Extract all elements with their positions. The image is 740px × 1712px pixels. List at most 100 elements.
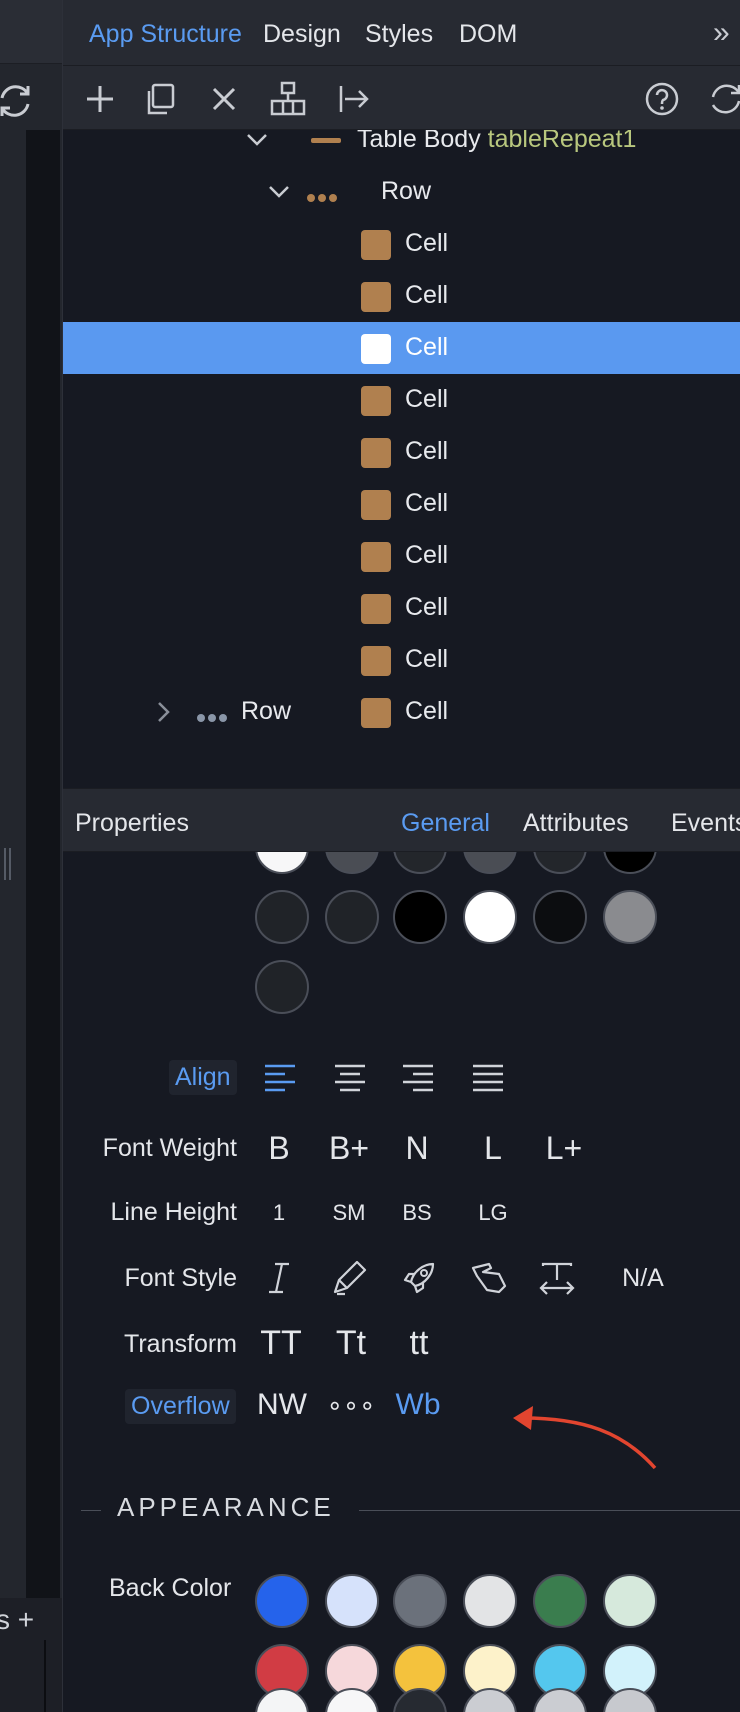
font-weight-lighter[interactable]: L+ bbox=[529, 1130, 599, 1167]
delete-icon[interactable] bbox=[205, 80, 243, 118]
cell-icon bbox=[361, 438, 391, 468]
tree-node-cell[interactable]: Cell bbox=[63, 270, 740, 322]
tab-design[interactable]: Design bbox=[263, 20, 341, 49]
tree-node-cell[interactable]: Cell bbox=[63, 322, 740, 374]
back-color-swatch[interactable] bbox=[325, 1688, 379, 1712]
line-height-sm[interactable]: SM bbox=[319, 1200, 379, 1226]
text-color-swatch[interactable] bbox=[603, 890, 657, 944]
rocket-icon[interactable] bbox=[399, 1258, 439, 1298]
text-color-swatch[interactable] bbox=[533, 852, 587, 874]
cell-icon bbox=[361, 230, 391, 260]
tree-node-label: Cell bbox=[405, 489, 449, 517]
back-color-swatch[interactable] bbox=[463, 1574, 517, 1628]
appearance-title: APPEARANCE bbox=[117, 1492, 335, 1522]
italic-icon[interactable] bbox=[259, 1258, 299, 1298]
back-color-swatch[interactable] bbox=[325, 1574, 379, 1628]
tab-app-structure[interactable]: App Structure bbox=[89, 20, 242, 49]
text-color-swatch[interactable] bbox=[325, 890, 379, 944]
row-icon bbox=[307, 189, 340, 202]
line-height-label: Line Height bbox=[110, 1198, 237, 1226]
tree-node-cell[interactable]: Cell bbox=[63, 426, 740, 478]
font-weight-normal[interactable]: N bbox=[387, 1130, 447, 1167]
align-center-icon[interactable] bbox=[333, 1062, 367, 1094]
back-color-swatch[interactable] bbox=[393, 1574, 447, 1628]
text-color-swatch[interactable] bbox=[463, 890, 517, 944]
cell-icon bbox=[361, 490, 391, 520]
back-color-swatch[interactable] bbox=[255, 1688, 309, 1712]
more-tabs-icon[interactable]: » bbox=[713, 16, 730, 50]
align-justify-icon[interactable] bbox=[471, 1062, 505, 1094]
text-color-swatch[interactable] bbox=[325, 852, 379, 874]
highlighter-icon[interactable] bbox=[329, 1258, 369, 1298]
tree-node-cell[interactable]: Cell bbox=[63, 634, 740, 686]
left-canvas bbox=[26, 130, 60, 1598]
font-weight-light[interactable]: L bbox=[463, 1130, 523, 1167]
line-height-1[interactable]: 1 bbox=[249, 1200, 309, 1226]
help-icon[interactable] bbox=[643, 80, 681, 118]
overflow-wordbreak[interactable]: Wb bbox=[383, 1388, 453, 1422]
overflow-label: Overflow bbox=[125, 1389, 236, 1424]
tree-node-label: Cell bbox=[405, 333, 449, 361]
text-color-swatch[interactable] bbox=[603, 852, 657, 874]
transform-label: Transform bbox=[124, 1330, 237, 1358]
refresh-icon[interactable] bbox=[707, 80, 740, 118]
tab-styles[interactable]: Styles bbox=[365, 20, 433, 49]
tab-events[interactable]: Events bbox=[671, 809, 740, 838]
text-color-swatch[interactable] bbox=[255, 960, 309, 1014]
hand-icon[interactable] bbox=[469, 1258, 509, 1298]
chevron-down-icon[interactable] bbox=[265, 178, 293, 206]
back-color-swatch[interactable] bbox=[603, 1574, 657, 1628]
text-color-swatch[interactable] bbox=[255, 890, 309, 944]
tree-node-cell[interactable]: Cell bbox=[63, 530, 740, 582]
transform-capitalize[interactable]: Tt bbox=[319, 1324, 383, 1363]
text-color-swatch[interactable] bbox=[533, 890, 587, 944]
tree-node-row-collapsed[interactable]: Row bbox=[63, 686, 740, 738]
back-color-swatch[interactable] bbox=[603, 1688, 657, 1712]
text-color-swatch[interactable] bbox=[393, 890, 447, 944]
text-color-swatch[interactable] bbox=[393, 852, 447, 874]
font-weight-bolder[interactable]: B+ bbox=[317, 1130, 381, 1167]
font-weight-label: Font Weight bbox=[102, 1134, 237, 1162]
chevron-right-icon[interactable] bbox=[149, 698, 177, 726]
move-out-icon[interactable] bbox=[335, 80, 373, 118]
back-color-swatch[interactable] bbox=[255, 1574, 309, 1628]
refresh-icon[interactable] bbox=[0, 80, 36, 122]
tree-node-cell[interactable]: Cell bbox=[63, 218, 740, 270]
line-height-lg[interactable]: LG bbox=[463, 1200, 523, 1226]
add-icon[interactable] bbox=[81, 80, 119, 118]
tree-node-label: Table Body tableRepeat1 bbox=[357, 130, 636, 154]
line-height-bs[interactable]: BS bbox=[387, 1200, 447, 1226]
tree-node-cell[interactable]: Cell bbox=[63, 374, 740, 426]
left-bottom-text[interactable]: s + bbox=[0, 1604, 34, 1636]
transform-lowercase[interactable]: tt bbox=[387, 1324, 451, 1363]
text-color-swatch[interactable] bbox=[463, 852, 517, 874]
back-color-swatch[interactable] bbox=[393, 1688, 447, 1712]
font-weight-bold[interactable]: B bbox=[249, 1130, 309, 1167]
font-style-na[interactable]: N/A bbox=[603, 1264, 683, 1293]
tree-node-cell[interactable]: Cell bbox=[63, 478, 740, 530]
wrap-icon[interactable] bbox=[269, 80, 307, 118]
tree-node-label: Row bbox=[381, 177, 432, 205]
back-color-swatch[interactable] bbox=[533, 1574, 587, 1628]
tree-node-label: Cell bbox=[405, 593, 449, 621]
tab-attributes[interactable]: Attributes bbox=[523, 809, 629, 838]
tab-dom[interactable]: DOM bbox=[459, 20, 517, 49]
overflow-nowrap[interactable]: NW bbox=[247, 1388, 317, 1422]
tree-node-cell[interactable]: Cell bbox=[63, 582, 740, 634]
tree-node-table-body[interactable]: Table Body tableRepeat1 bbox=[63, 130, 740, 166]
tree-node-label: Row bbox=[241, 697, 292, 725]
transform-uppercase[interactable]: TT bbox=[249, 1324, 313, 1363]
align-left-icon[interactable] bbox=[263, 1062, 297, 1094]
align-right-icon[interactable] bbox=[401, 1062, 435, 1094]
text-width-icon[interactable] bbox=[537, 1258, 577, 1298]
tab-general[interactable]: General bbox=[401, 809, 490, 838]
back-color-swatch[interactable] bbox=[463, 1688, 517, 1712]
text-color-swatch[interactable] bbox=[255, 852, 309, 874]
resize-handle[interactable] bbox=[4, 848, 14, 880]
back-color-swatch[interactable] bbox=[533, 1688, 587, 1712]
duplicate-icon[interactable] bbox=[141, 80, 179, 118]
cell-icon bbox=[361, 282, 391, 312]
chevron-down-icon[interactable] bbox=[243, 130, 271, 154]
overflow-ellipsis[interactable]: ∘∘∘ bbox=[319, 1390, 383, 1421]
tree-node-row[interactable]: Row bbox=[63, 166, 740, 218]
